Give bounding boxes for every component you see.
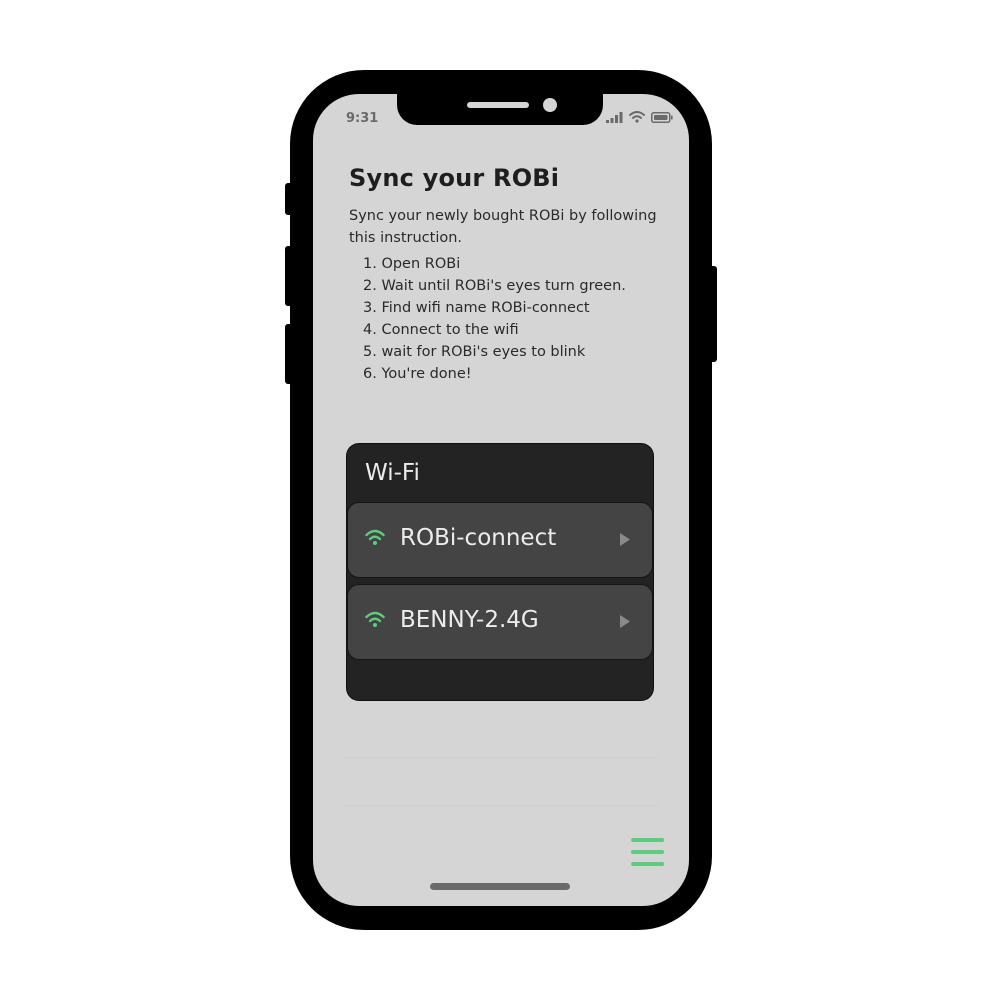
wifi-panel: Wi-Fi ROBi-connect BENNY-2.4G (347, 444, 653, 700)
power-button (709, 266, 717, 362)
speaker (467, 102, 529, 108)
wifi-panel-title: Wi-Fi (365, 460, 420, 486)
step-item: 6. You're done! (363, 366, 472, 382)
network-name: BENNY-2.4G (400, 607, 539, 633)
home-indicator[interactable] (430, 883, 570, 890)
play-triangle-icon (620, 533, 630, 546)
front-camera (543, 98, 557, 112)
battery-icon (651, 111, 673, 123)
step-item: 5. wait for ROBi's eyes to blink (363, 344, 586, 360)
network-row-benny-2-4g[interactable]: BENNY-2.4G (347, 584, 653, 660)
step-item: 1. Open ROBi (363, 256, 461, 272)
notch (397, 94, 603, 125)
volume-down-button (285, 324, 293, 384)
hamburger-menu-icon[interactable] (631, 838, 665, 872)
status-time: 9:31 (346, 111, 379, 126)
divider (343, 757, 659, 758)
status-icons (606, 111, 673, 123)
play-triangle-icon (620, 615, 630, 628)
step-item: 3. Find wifi name ROBi-connect (363, 300, 590, 316)
page-title: Sync your ROBi (349, 164, 560, 192)
instruction-steps: 1. Open ROBi 2. Wait until ROBi's eyes t… (363, 253, 626, 385)
network-row-robi-connect[interactable]: ROBi-connect (347, 502, 653, 578)
cellular-signal-icon (606, 111, 623, 123)
network-name: ROBi-connect (400, 525, 557, 551)
wifi-icon (365, 611, 385, 627)
wifi-icon (365, 529, 385, 545)
step-item: 4. Connect to the wifi (363, 322, 519, 338)
silent-switch (285, 183, 293, 215)
divider (343, 805, 659, 806)
step-item: 2. Wait until ROBi's eyes turn green. (363, 278, 626, 294)
intro-text: Sync your newly bought ROBi by following… (349, 208, 657, 246)
phone-frame: 9:31 Sync your ROBi Sync your newly boug… (285, 70, 717, 930)
volume-up-button (285, 246, 293, 306)
wifi-status-icon (629, 111, 645, 123)
phone-screen: 9:31 Sync your ROBi Sync your newly boug… (313, 94, 689, 906)
